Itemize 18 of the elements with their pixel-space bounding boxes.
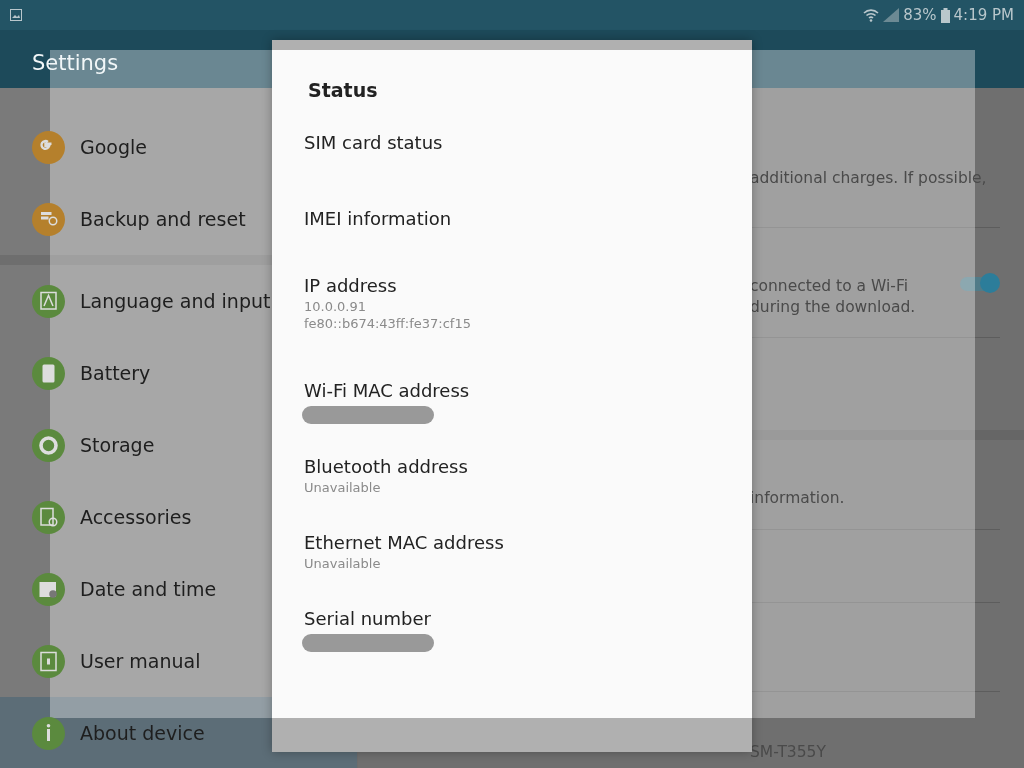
status-item[interactable]: SIM card status bbox=[272, 120, 752, 196]
wifi-icon bbox=[863, 8, 880, 22]
status-item[interactable]: Bluetooth address Unavailable bbox=[272, 444, 752, 520]
dialog-title: Status bbox=[308, 79, 378, 101]
battery-icon bbox=[940, 7, 950, 23]
toggle-switch[interactable] bbox=[960, 273, 1000, 291]
status-item[interactable]: IP address 10.0.0.91 fe80::b674:43ff:fe37:cf15 bbox=[272, 263, 752, 368]
signal-icon bbox=[883, 8, 900, 22]
status-item[interactable]: Serial number bbox=[272, 596, 752, 672]
status-item[interactable]: Wi-Fi MAC address bbox=[272, 368, 752, 444]
image-icon bbox=[10, 9, 22, 21]
setting-description: information. bbox=[750, 488, 846, 509]
status-item[interactable]: IMEI information bbox=[272, 196, 752, 263]
setting-description: connected to a Wi-Fi bbox=[750, 276, 909, 297]
status-item[interactable]: Ethernet MAC address Unavailable bbox=[272, 520, 752, 596]
clock-time: 4:19 PM bbox=[953, 6, 1014, 24]
setting-description: during the download. bbox=[750, 297, 917, 318]
battery-percent: 83% bbox=[903, 6, 937, 24]
